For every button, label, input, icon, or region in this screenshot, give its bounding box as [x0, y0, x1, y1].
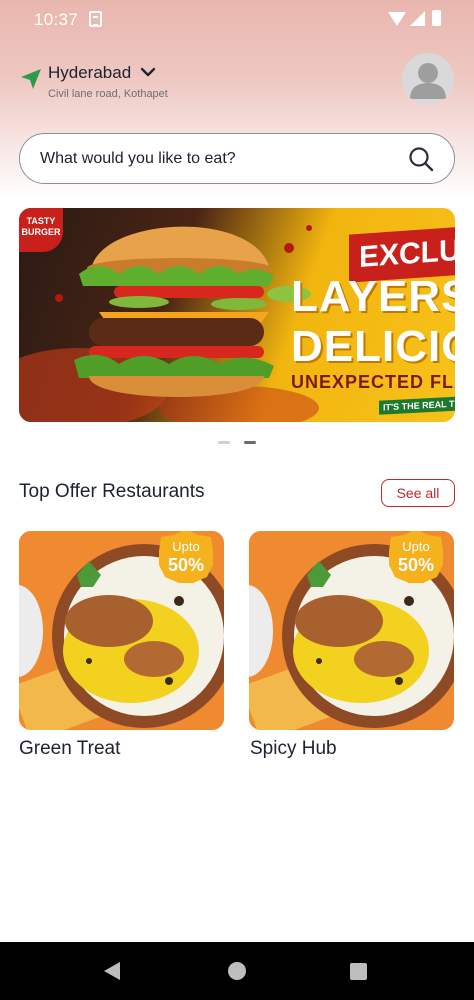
- recents-icon[interactable]: [350, 963, 367, 980]
- signal-icon: [410, 11, 425, 26]
- location-arrow-icon[interactable]: [20, 68, 42, 90]
- offer-badge: Upto 50%: [157, 531, 215, 591]
- restaurant-card[interactable]: Upto 50%: [249, 531, 454, 730]
- offer-badge: Upto 50%: [387, 531, 445, 591]
- restaurant-name[interactable]: Spicy Hub: [250, 738, 337, 760]
- user-avatar-icon[interactable]: [402, 53, 454, 105]
- location-address: Civil lane road, Kothapet: [48, 88, 168, 100]
- page-indicator-dot[interactable]: [218, 441, 230, 444]
- banner-headline-line3: UNEXPECTED FLAVOR: [291, 372, 455, 392]
- app-screen: 10:37 Hyderabad Civil lane road, Kothape…: [0, 0, 474, 1000]
- chevron-down-icon[interactable]: [140, 64, 156, 80]
- offer-prefix: Upto: [172, 539, 200, 554]
- offer-prefix: Upto: [402, 539, 430, 554]
- offer-value: 50%: [397, 555, 435, 575]
- banner-badge: TASTY BURGER: [19, 208, 63, 252]
- offer-value: 50%: [167, 555, 205, 575]
- status-time: 10:37: [34, 10, 79, 29]
- sim-icon: [89, 11, 102, 27]
- search-input[interactable]: [40, 148, 380, 170]
- section-title: Top Offer Restaurants: [19, 481, 205, 502]
- banner-headline-line2: DELICIOUS: [291, 322, 455, 371]
- see-all-button[interactable]: See all: [381, 479, 455, 507]
- search-bar[interactable]: [19, 133, 455, 184]
- home-icon[interactable]: [228, 962, 246, 980]
- restaurant-name[interactable]: Green Treat: [19, 738, 120, 760]
- banner-headline-line1: LAYERS OF: [291, 272, 455, 321]
- search-icon[interactable]: [408, 146, 434, 172]
- restaurant-card[interactable]: Upto 50%: [19, 531, 224, 730]
- status-bar: 10:37: [0, 0, 474, 40]
- page-indicator-dot-active[interactable]: [244, 441, 256, 444]
- wifi-icon: [388, 12, 406, 26]
- battery-icon: [432, 10, 441, 26]
- promo-banner[interactable]: TASTY BURGER EXCLUSIVE LAYERS OF DELICIO…: [19, 208, 455, 422]
- location-city[interactable]: Hyderabad: [48, 63, 131, 83]
- back-icon[interactable]: [104, 962, 120, 980]
